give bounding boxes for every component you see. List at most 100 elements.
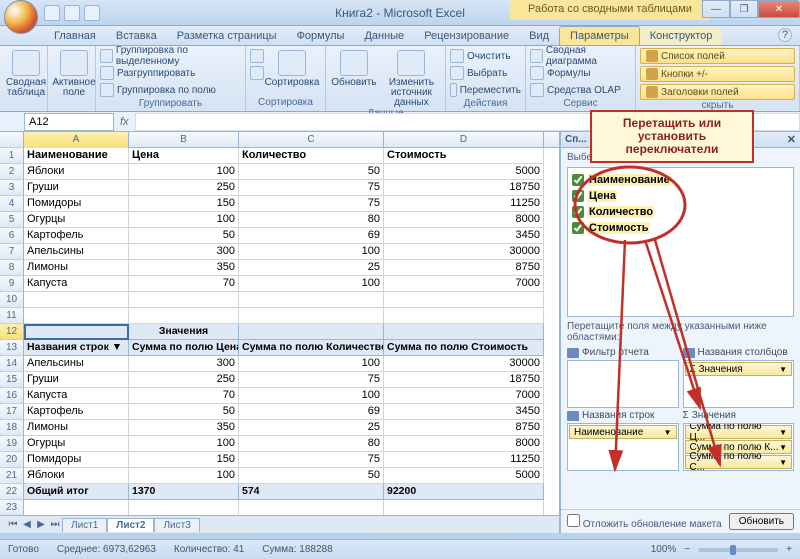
cell[interactable]: Лимоны xyxy=(24,260,129,276)
sheet-nav-last[interactable]: ⏭ xyxy=(48,519,62,530)
cell[interactable]: Стоимость xyxy=(384,148,544,164)
cell[interactable]: 100 xyxy=(239,276,384,292)
cell[interactable]: 150 xyxy=(129,196,239,212)
cell[interactable] xyxy=(24,308,129,324)
undo-icon[interactable] xyxy=(64,5,80,21)
pivot-header[interactable]: Сумма по полю Стоимость xyxy=(384,340,544,356)
group-field-button[interactable]: Группировка по полю xyxy=(100,82,241,98)
cell[interactable] xyxy=(24,292,129,308)
active-field-button[interactable]: Активное поле xyxy=(52,48,96,98)
cell[interactable]: 3450 xyxy=(384,228,544,244)
row-item-name[interactable]: Наименование▼ xyxy=(569,425,677,439)
move-button[interactable]: Переместить xyxy=(450,82,521,98)
row-header[interactable]: 21 xyxy=(0,468,24,484)
cell[interactable]: 69 xyxy=(239,228,384,244)
row-header[interactable]: 12 xyxy=(0,324,24,340)
cell[interactable]: 80 xyxy=(239,212,384,228)
cell[interactable] xyxy=(129,308,239,324)
zoom-in-icon[interactable]: + xyxy=(786,544,792,555)
field-name[interactable]: Наименование xyxy=(572,172,789,188)
pivot-table-button[interactable]: Сводная таблица xyxy=(4,48,48,98)
zoom-slider[interactable] xyxy=(698,548,778,552)
col-header-b[interactable]: B xyxy=(129,132,239,148)
cell[interactable]: Общий итог xyxy=(24,484,129,500)
cell[interactable] xyxy=(239,324,384,340)
row-header[interactable]: 9 xyxy=(0,276,24,292)
cell[interactable]: 150 xyxy=(129,452,239,468)
buttons-toggle-button[interactable]: Кнопки +/- xyxy=(640,66,795,82)
cell[interactable]: 250 xyxy=(129,372,239,388)
col-header-d[interactable]: D xyxy=(384,132,544,148)
clear-button[interactable]: Очистить xyxy=(450,48,521,64)
area-values-box[interactable]: Сумма по полю Ц...▼ Сумма по полю К...▼ … xyxy=(683,423,795,471)
row-header[interactable]: 10 xyxy=(0,292,24,308)
cell[interactable] xyxy=(384,308,544,324)
pivot-header[interactable]: Сумма по полю Количество xyxy=(239,340,384,356)
cell[interactable]: Цена xyxy=(129,148,239,164)
tab-home[interactable]: Главная xyxy=(44,27,106,45)
tab-page-layout[interactable]: Разметка страницы xyxy=(167,27,287,45)
cell[interactable]: Апельсины xyxy=(24,244,129,260)
row-header[interactable]: 18 xyxy=(0,420,24,436)
cell[interactable]: 100 xyxy=(129,164,239,180)
pane-close-icon[interactable]: ✕ xyxy=(787,133,796,146)
cell[interactable]: Капуста xyxy=(24,388,129,404)
cell[interactable]: 11250 xyxy=(384,196,544,212)
row-header[interactable]: 11 xyxy=(0,308,24,324)
row-header[interactable]: 3 xyxy=(0,180,24,196)
cell[interactable]: Груши xyxy=(24,180,129,196)
tab-formulas[interactable]: Формулы xyxy=(287,27,355,45)
col-header-c[interactable]: C xyxy=(239,132,384,148)
cell[interactable]: Картофель xyxy=(24,228,129,244)
tab-insert[interactable]: Вставка xyxy=(106,27,167,45)
group-selection-button[interactable]: Группировка по выделенному xyxy=(100,48,241,64)
help-icon[interactable]: ? xyxy=(778,28,792,42)
sheet-tab-3[interactable]: Лист3 xyxy=(154,518,199,532)
row-header[interactable]: 20 xyxy=(0,452,24,468)
maximize-button[interactable]: ❐ xyxy=(730,0,758,18)
sort-za-button[interactable] xyxy=(250,65,264,81)
pivot-header[interactable]: Названия строк ▼ xyxy=(24,340,129,356)
row-header[interactable]: 7 xyxy=(0,244,24,260)
sort-az-button[interactable] xyxy=(250,48,264,64)
row-header[interactable]: 14 xyxy=(0,356,24,372)
cell[interactable]: 100 xyxy=(239,356,384,372)
field-headers-button[interactable]: Заголовки полей xyxy=(640,84,795,100)
cell[interactable]: 3450 xyxy=(384,404,544,420)
tab-view[interactable]: Вид xyxy=(519,27,559,45)
row-header[interactable]: 13 xyxy=(0,340,24,356)
field-list-button[interactable]: Список полей xyxy=(640,48,795,64)
cell[interactable]: 75 xyxy=(239,180,384,196)
office-button[interactable] xyxy=(4,0,38,34)
cell[interactable]: 69 xyxy=(239,404,384,420)
cell[interactable]: 7000 xyxy=(384,388,544,404)
cell[interactable]: Картофель xyxy=(24,404,129,420)
zoom-out-icon[interactable]: − xyxy=(684,544,690,555)
cell[interactable]: Помидоры xyxy=(24,196,129,212)
cell[interactable]: 7000 xyxy=(384,276,544,292)
cell[interactable]: 50 xyxy=(129,228,239,244)
field-cost[interactable]: Стоимость xyxy=(572,220,789,236)
sheet-tab-1[interactable]: Лист1 xyxy=(62,518,107,532)
row-header[interactable]: 4 xyxy=(0,196,24,212)
sheet-nav-first[interactable]: ⏮ xyxy=(6,519,20,530)
field-qty[interactable]: Количество xyxy=(572,204,789,220)
row-header[interactable]: 22 xyxy=(0,484,24,500)
cell[interactable]: 25 xyxy=(239,420,384,436)
row-header[interactable]: 1 xyxy=(0,148,24,164)
cell[interactable]: 5000 xyxy=(384,468,544,484)
row-header[interactable]: 8 xyxy=(0,260,24,276)
cell[interactable]: 100 xyxy=(239,244,384,260)
sort-button[interactable]: Сортировка xyxy=(268,48,316,97)
redo-icon[interactable] xyxy=(84,5,100,21)
cell[interactable]: 25 xyxy=(239,260,384,276)
col-item-values[interactable]: Σ Значения▼ xyxy=(685,362,793,376)
cell[interactable]: Помидоры xyxy=(24,452,129,468)
refresh-button[interactable]: Обновить xyxy=(330,48,378,108)
area-rows-box[interactable]: Наименование▼ xyxy=(567,423,679,471)
tab-options[interactable]: Параметры xyxy=(559,26,640,45)
cell[interactable]: Огурцы xyxy=(24,212,129,228)
tab-data[interactable]: Данные xyxy=(354,27,414,45)
cell[interactable]: 18750 xyxy=(384,180,544,196)
cell[interactable]: 8000 xyxy=(384,436,544,452)
